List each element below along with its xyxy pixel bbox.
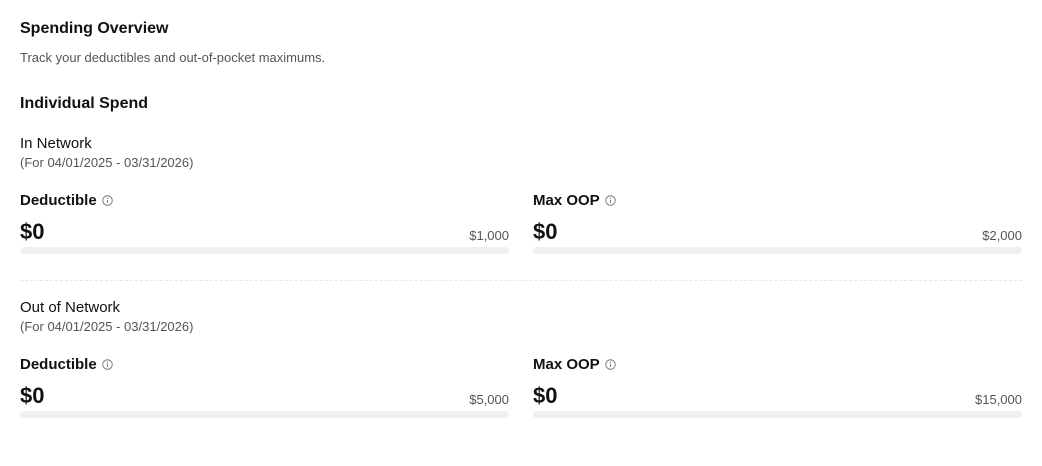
out-of-network-section: Out of Network (For 04/01/2025 - 03/31/2… [20, 299, 1022, 445]
out-of-network-metrics: Deductible $0 $5,000 Max OOP $0 $15,000 [20, 355, 1022, 445]
in-network-title: In Network [20, 135, 92, 152]
deductible-spent-value: $0 [20, 383, 45, 408]
individual-spend-heading: Individual Spend [20, 95, 149, 112]
max-oop-label: Max OOP [533, 191, 600, 209]
deductible-values: $0 $5,000 [20, 383, 509, 413]
out-of-network-max-oop: Max OOP $0 $15,000 [533, 355, 1022, 418]
max-oop-label-row: Max OOP [533, 191, 1022, 209]
deductible-progress-bar [20, 411, 509, 418]
max-oop-progress-bar [533, 247, 1022, 254]
deductible-label-row: Deductible [20, 355, 509, 373]
deductible-spent-value: $0 [20, 219, 45, 244]
in-network-section: In Network (For 04/01/2025 - 03/31/2026)… [20, 135, 1022, 281]
info-icon[interactable] [604, 358, 616, 370]
in-network-deductible: Deductible $0 $1,000 [20, 191, 509, 254]
out-of-network-dates: (For 04/01/2025 - 03/31/2026) [20, 319, 194, 334]
max-oop-values: $0 $2,000 [533, 219, 1022, 249]
deductible-label: Deductible [20, 191, 97, 209]
info-icon[interactable] [604, 194, 616, 206]
deductible-label: Deductible [20, 355, 97, 373]
max-oop-max-value: $15,000 [975, 392, 1022, 407]
section-divider [20, 280, 1022, 281]
deductible-values: $0 $1,000 [20, 219, 509, 249]
deductible-progress-bar [20, 247, 509, 254]
max-oop-progress-bar [533, 411, 1022, 418]
max-oop-values: $0 $15,000 [533, 383, 1022, 413]
page-title: Spending Overview [20, 20, 169, 37]
in-network-max-oop: Max OOP $0 $2,000 [533, 191, 1022, 254]
in-network-dates: (For 04/01/2025 - 03/31/2026) [20, 155, 194, 170]
in-network-metrics: Deductible $0 $1,000 Max OOP $0 $2,000 [20, 191, 1022, 281]
max-oop-spent-value: $0 [533, 219, 558, 244]
out-of-network-title: Out of Network [20, 299, 121, 316]
deductible-max-value: $5,000 [469, 392, 509, 407]
info-icon[interactable] [101, 358, 113, 370]
max-oop-label: Max OOP [533, 355, 600, 373]
page-subtitle: Track your deductibles and out-of-pocket… [20, 50, 326, 65]
max-oop-label-row: Max OOP [533, 355, 1022, 373]
out-of-network-deductible: Deductible $0 $5,000 [20, 355, 509, 418]
info-icon[interactable] [101, 194, 113, 206]
max-oop-max-value: $2,000 [982, 228, 1022, 243]
deductible-max-value: $1,000 [469, 228, 509, 243]
max-oop-spent-value: $0 [533, 383, 558, 408]
deductible-label-row: Deductible [20, 191, 509, 209]
